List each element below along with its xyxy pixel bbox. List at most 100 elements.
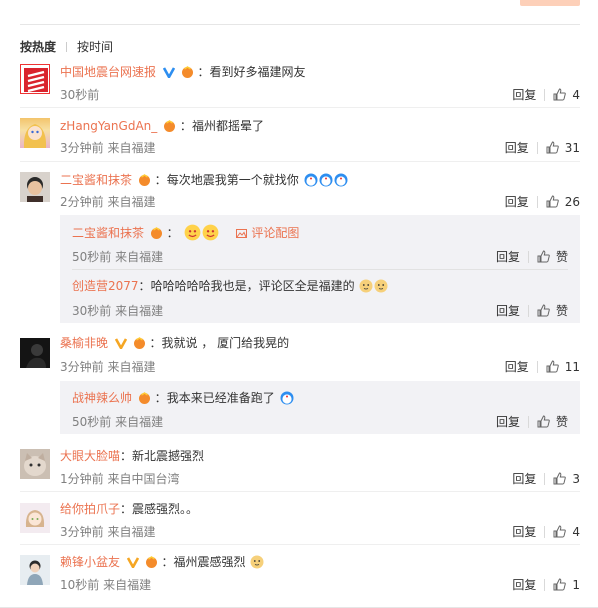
sort-by-hot-tab[interactable]: 按热度 xyxy=(20,38,56,55)
reply-button[interactable]: 回复 xyxy=(512,470,536,487)
colon: ： xyxy=(154,173,167,187)
top-divider xyxy=(20,24,580,25)
reply-button[interactable]: 回复 xyxy=(496,302,520,319)
thumb-up-icon xyxy=(546,141,559,154)
reply-button[interactable]: 回复 xyxy=(496,413,520,430)
reply-button[interactable]: 回复 xyxy=(505,193,529,210)
sort-separator xyxy=(66,42,68,52)
like-button[interactable]: 31 xyxy=(546,141,580,155)
seismic-logo-icon xyxy=(21,65,49,93)
like-button[interactable]: 4 xyxy=(553,88,580,102)
avatar[interactable] xyxy=(20,64,50,94)
colon: ： xyxy=(154,391,167,405)
like-count: 1 xyxy=(572,578,580,592)
colon: ： xyxy=(120,449,133,463)
like-button[interactable]: 赞 xyxy=(537,302,568,319)
verified-blue-icon xyxy=(162,67,175,78)
action-divider xyxy=(544,579,546,591)
username[interactable]: 二宝酱和抹茶 xyxy=(72,226,144,240)
action-divider xyxy=(527,416,529,428)
like-button[interactable]: 赞 xyxy=(537,413,568,430)
reply-button[interactable]: 回复 xyxy=(512,523,536,540)
username[interactable]: 战神辣么帅 xyxy=(72,391,132,405)
colon: ： xyxy=(179,119,192,133)
doraemon-emoji-icon xyxy=(334,173,348,187)
like-button[interactable]: 11 xyxy=(546,360,580,374)
action-divider xyxy=(536,142,538,154)
username[interactable]: 桑榆非晚 xyxy=(60,336,108,350)
like-label: 赞 xyxy=(555,250,568,264)
comment-meta: 3分钟前 来自福建 xyxy=(60,525,156,539)
reply-button[interactable]: 回复 xyxy=(505,358,529,375)
action-divider xyxy=(527,305,529,317)
comment-meta: 3分钟前 来自福建 xyxy=(60,360,156,374)
username[interactable]: 二宝酱和抹茶 xyxy=(60,173,132,187)
avatar[interactable] xyxy=(20,449,50,479)
comment-meta: 3分钟前 来自福建 xyxy=(60,141,156,155)
avatar[interactable] xyxy=(20,118,50,148)
sticker-emoji-icon xyxy=(184,224,200,241)
thumb-up-icon xyxy=(553,525,567,538)
thumb-up-icon xyxy=(537,415,550,428)
username[interactable]: zHangYanGdAn_ xyxy=(60,119,157,133)
comment-image-label: 评论配图 xyxy=(251,226,300,240)
reply-button[interactable]: 回复 xyxy=(512,576,536,593)
comment-meta: 50秒前 来自福建 xyxy=(72,250,164,264)
comment-meta: 2分钟前 来自福建 xyxy=(60,195,156,209)
sub-reply-item: 战神辣么帅 ：我本来已经准备跑了 50秒前 来自福建 回复 赞 xyxy=(60,381,580,434)
submit-button[interactable] xyxy=(520,0,580,6)
sort-by-time-tab[interactable]: 按时间 xyxy=(77,38,113,55)
username[interactable]: 中国地震台网速报 xyxy=(60,65,156,79)
comment-image-link[interactable]: 评论配图 xyxy=(236,226,299,240)
reply-button[interactable]: 回复 xyxy=(496,248,520,265)
like-button[interactable]: 4 xyxy=(553,525,580,539)
doraemon-emoji-icon xyxy=(304,173,318,187)
avatar[interactable] xyxy=(20,555,50,585)
sub-reply-item: 创造营2077：哈哈哈哈哈我也是，评论区全是福建的 30秒前 来自福建 回复 赞 xyxy=(60,269,580,323)
comment-text: 每次地震我第一个就找你 xyxy=(166,173,299,187)
username[interactable]: 大眼大脸喵 xyxy=(60,449,120,463)
like-button[interactable]: 26 xyxy=(546,195,580,209)
username[interactable]: 创造营2077 xyxy=(72,279,139,293)
colon: ： xyxy=(149,336,162,350)
avatar[interactable] xyxy=(20,338,50,368)
fan-badge-icon xyxy=(164,120,176,132)
comment-meta: 30秒前 xyxy=(60,88,100,102)
avatar[interactable] xyxy=(20,172,50,202)
sub-reply-box: 二宝酱和抹茶 ： 评论配图 50秒前 来自福建 回复赞 创造营2077：哈哈哈哈… xyxy=(60,215,580,323)
username[interactable]: 赖锋小盆友 xyxy=(60,555,120,569)
action-divider xyxy=(544,526,546,538)
boy-photo-avatar-icon xyxy=(20,172,50,202)
fan-badge-icon xyxy=(145,556,157,568)
like-button[interactable]: 1 xyxy=(553,578,580,592)
fan-badge-icon xyxy=(138,174,150,186)
fan-badge-icon xyxy=(150,227,162,239)
like-count: 4 xyxy=(572,525,580,539)
like-count: 11 xyxy=(564,360,580,374)
avatar[interactable] xyxy=(20,503,50,533)
comment-item: 大眼大脸喵：新北震撼强烈 1分钟前 来自中国台湾 回复 3 xyxy=(20,446,580,492)
comment-text: 震感强烈。。 xyxy=(132,502,199,516)
thumb-up-icon xyxy=(546,360,559,373)
reply-button[interactable]: 回复 xyxy=(505,139,529,156)
action-divider xyxy=(544,89,546,101)
doraemon-emoji-icon xyxy=(319,173,333,187)
action-divider xyxy=(527,251,529,263)
fan-badge-icon xyxy=(133,337,145,349)
thumb-up-icon xyxy=(553,88,567,101)
person-photo-avatar-icon xyxy=(20,555,50,585)
comment-meta: 50秒前 来自福建 xyxy=(72,415,164,429)
like-count: 26 xyxy=(564,195,580,209)
comment-item: 给你拍爪子：震感强烈。。 3分钟前 来自福建 回复 4 xyxy=(20,499,580,545)
like-label: 赞 xyxy=(555,304,568,318)
doge-emoji-icon xyxy=(359,279,373,293)
like-button[interactable]: 赞 xyxy=(537,248,568,265)
username[interactable]: 给你拍爪子 xyxy=(60,502,120,516)
like-button[interactable]: 3 xyxy=(553,472,580,486)
action-divider xyxy=(536,361,538,373)
comment-text: 福州震感强烈 xyxy=(173,555,246,569)
reply-button[interactable]: 回复 xyxy=(512,86,536,103)
action-divider xyxy=(544,473,546,485)
comment-item: 中国地震台网速报 ：看到好多福建网友 30秒前 回复 4 xyxy=(20,62,580,108)
comment-meta: 1分钟前 来自中国台湾 xyxy=(60,472,180,486)
